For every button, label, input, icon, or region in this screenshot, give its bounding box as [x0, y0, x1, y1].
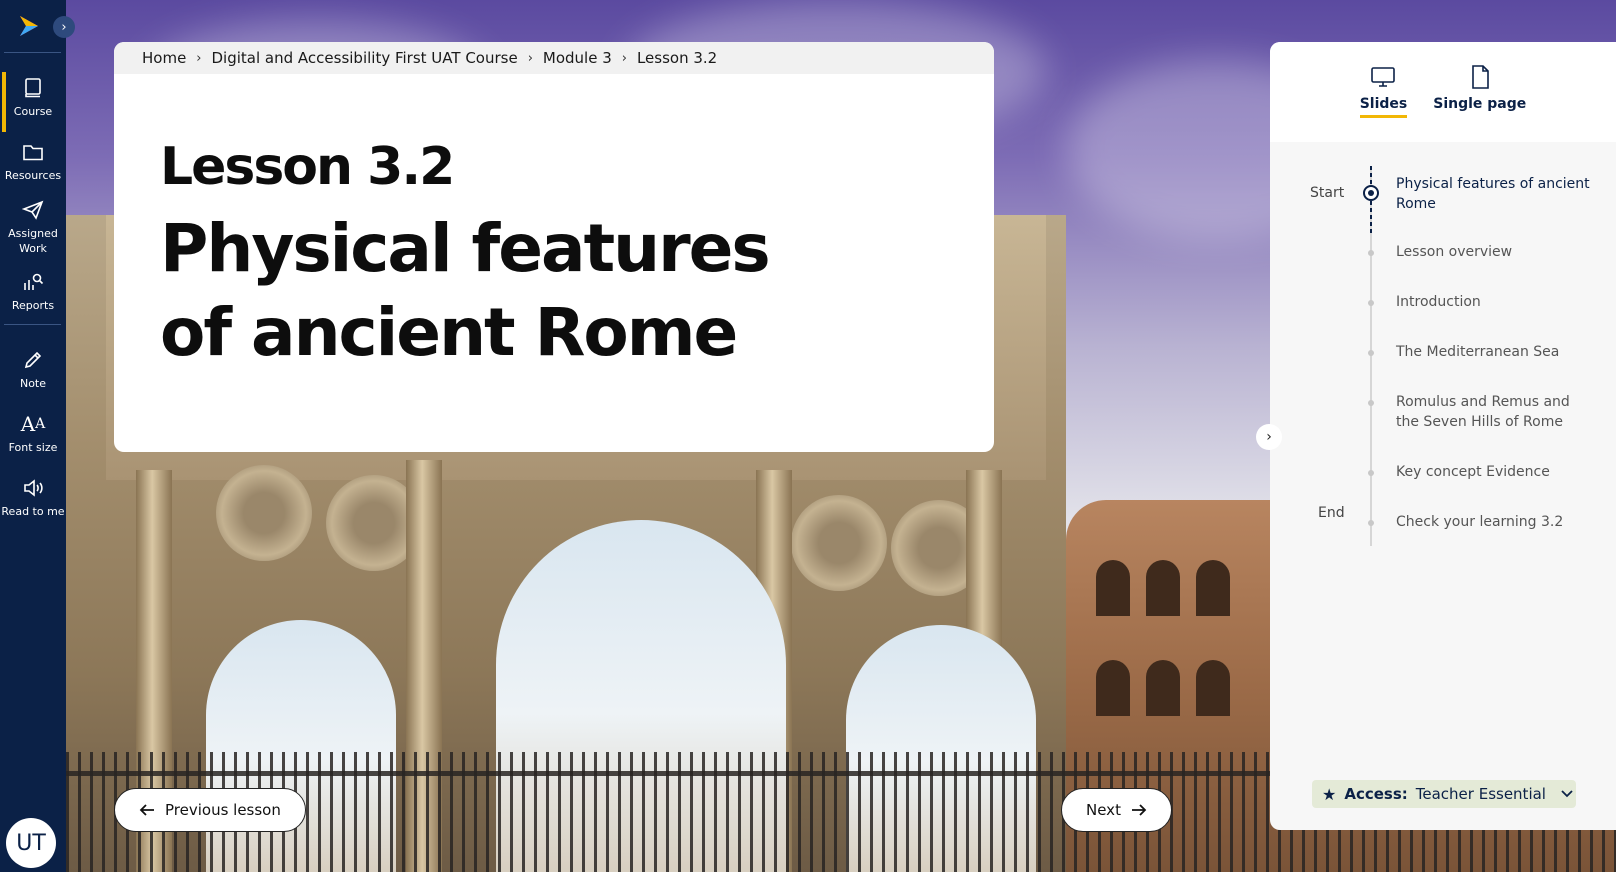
breadcrumb-lesson: Lesson 3.2	[636, 49, 718, 67]
timeline-dot	[1368, 470, 1374, 476]
timeline-dot	[1368, 300, 1374, 306]
toc-item[interactable]: Check your learning 3.2	[1396, 512, 1596, 532]
folder-icon	[21, 140, 45, 164]
chevron-right-icon: ›	[196, 50, 202, 66]
breadcrumb-course[interactable]: Digital and Accessibility First UAT Cour…	[212, 49, 518, 67]
monitor-icon	[1371, 67, 1396, 87]
book-icon	[21, 76, 45, 100]
tab-single-page[interactable]: Single page	[1433, 64, 1526, 142]
arrow-right-icon	[1131, 804, 1147, 816]
page-icon	[1471, 65, 1489, 89]
avatar[interactable]: UT	[6, 818, 56, 868]
page-title: Physical features of ancient Rome	[160, 210, 771, 371]
previous-lesson-label: Previous lesson	[165, 801, 281, 819]
left-sidebar: Course Resources Assigned Work Reports N…	[0, 0, 66, 872]
sidebar-divider	[4, 52, 61, 53]
lesson-navigation-panel: Slides Single page Start End Physical fe…	[1270, 42, 1616, 830]
access-value: Teacher Essential	[1415, 785, 1546, 803]
chevron-right-icon: ›	[1266, 429, 1272, 445]
sidebar-item-label: Assigned Work	[8, 227, 58, 255]
sidebar-item-label: Font size	[8, 441, 58, 454]
collapse-panel-button[interactable]: ›	[1256, 424, 1282, 450]
sidebar-item-font-size[interactable]: AA Font size	[0, 412, 66, 455]
font-size-icon: AA	[20, 412, 46, 436]
sidebar-item-assigned-work[interactable]: Assigned Work	[0, 198, 66, 256]
sidebar-divider	[4, 324, 61, 325]
sidebar-item-label: Course	[13, 105, 53, 118]
sidebar-item-resources[interactable]: Resources	[0, 140, 66, 183]
timeline-dot	[1368, 400, 1374, 406]
access-level-dropdown[interactable]: ★ Access: Teacher Essential	[1312, 780, 1576, 808]
toc-item[interactable]: Lesson overview	[1396, 242, 1596, 262]
star-icon: ★	[1322, 784, 1337, 804]
chevron-right-icon: ›	[621, 50, 627, 66]
pencil-icon	[21, 348, 45, 372]
timeline-dot	[1368, 350, 1374, 356]
sidebar-item-note[interactable]: Note	[0, 348, 66, 391]
toc-item[interactable]: Key concept Evidence	[1396, 462, 1596, 482]
paper-plane-icon	[21, 198, 45, 222]
sidebar-item-label: Reports	[11, 299, 55, 312]
breadcrumb: Home › Digital and Accessibility First U…	[114, 42, 994, 74]
view-mode-tabs: Slides Single page	[1270, 42, 1616, 142]
speaker-icon	[21, 476, 45, 500]
toc-item[interactable]: Physical features of ancient Rome	[1396, 174, 1596, 214]
toc-item[interactable]: Introduction	[1396, 292, 1596, 312]
sidebar-item-reports[interactable]: Reports	[0, 270, 66, 313]
chevron-right-icon: ›	[61, 19, 67, 35]
lesson-title-card: Home › Digital and Accessibility First U…	[114, 42, 994, 452]
breadcrumb-module[interactable]: Module 3	[543, 49, 612, 67]
app-logo-icon[interactable]	[18, 14, 40, 38]
tab-label: Slides	[1359, 96, 1408, 118]
lesson-number: Lesson 3.2	[160, 137, 455, 197]
chevron-down-icon	[1561, 790, 1573, 798]
start-marker: Start	[1310, 185, 1345, 201]
timeline-dot-current	[1363, 185, 1379, 201]
chevron-right-icon: ›	[527, 50, 533, 66]
access-label: Access:	[1344, 785, 1408, 803]
tab-slides[interactable]: Slides	[1359, 64, 1408, 142]
sidebar-item-read-to-me[interactable]: Read to me	[0, 476, 66, 519]
arrow-left-icon	[139, 804, 154, 816]
timeline-dot	[1368, 250, 1374, 256]
sidebar-item-course[interactable]: Course	[0, 72, 66, 132]
sidebar-item-label: Resources	[4, 169, 62, 182]
reports-icon	[21, 270, 45, 294]
next-label: Next	[1086, 801, 1121, 819]
sidebar-item-label: Note	[19, 377, 47, 390]
expand-sidebar-button[interactable]: ›	[53, 16, 75, 38]
tab-label: Single page	[1433, 96, 1527, 112]
next-button[interactable]: Next	[1061, 788, 1172, 832]
previous-lesson-button[interactable]: Previous lesson	[114, 788, 306, 832]
breadcrumb-home[interactable]: Home	[142, 49, 186, 67]
sidebar-item-label: Read to me	[1, 505, 65, 518]
toc-item[interactable]: The Mediterranean Sea	[1396, 342, 1596, 362]
toc-item[interactable]: Romulus and Remus and the Seven Hills of…	[1396, 392, 1596, 432]
end-marker: End	[1318, 505, 1345, 521]
timeline-dot	[1368, 520, 1374, 526]
